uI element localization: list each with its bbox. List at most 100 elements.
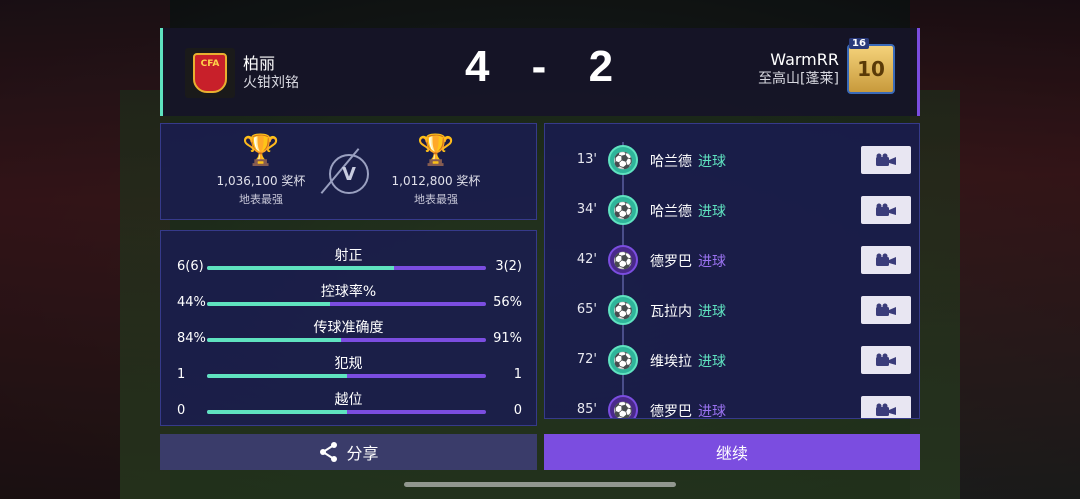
share-button[interactable]: 分享 (160, 434, 537, 470)
stat-home-value: 0 (177, 403, 186, 418)
away-trophy-count: 1,012,800 奖杯 (391, 174, 481, 188)
football-icon: ⚽ (608, 145, 638, 175)
continue-button[interactable]: 继续 (544, 434, 920, 470)
replay-button[interactable] (861, 196, 911, 224)
event-action: 进球 (698, 154, 726, 170)
home-trophies: 🏆 1,036,100 奖杯 地表最强 (186, 134, 336, 207)
replay-button[interactable] (861, 396, 911, 418)
trophy-icon: 🏆 (242, 133, 280, 168)
away-trophies: 🏆 1,012,800 奖杯 地表最强 (361, 134, 511, 207)
away-trophy-label: 地表最强 (414, 193, 458, 206)
event-row: 85' ⚽ 德罗巴 进球 (545, 392, 919, 419)
replay-button[interactable] (861, 146, 911, 174)
event-action: 进球 (698, 254, 726, 270)
home-indicator[interactable] (404, 482, 676, 487)
score-separator: - (531, 42, 549, 91)
event-player-name: 瓦拉内 (650, 304, 692, 320)
stat-away-value: 3(2) (495, 259, 522, 274)
football-icon: ⚽ (608, 195, 638, 225)
home-trophy-count: 1,036,100 奖杯 (216, 174, 306, 188)
football-icon: ⚽ (608, 345, 638, 375)
away-score: 2 (588, 42, 616, 91)
vs-text: V (342, 163, 356, 185)
stat-label: 犯规 (334, 356, 363, 372)
stat-home-value: 44% (177, 295, 206, 310)
rank-level: 16 (849, 38, 869, 49)
stat-away-value: 0 (513, 403, 522, 418)
event-player-name: 维埃拉 (650, 354, 692, 370)
football-icon: ⚽ (608, 245, 638, 275)
video-camera-icon (876, 203, 896, 216)
stat-bar (207, 374, 486, 378)
stat-row: 犯规 1 1 (161, 353, 536, 389)
video-camera-icon (876, 303, 896, 316)
stat-bar-home-fill (207, 374, 347, 378)
event-action: 进球 (698, 204, 726, 220)
event-minute: 65' (576, 302, 597, 317)
stat-row: 越位 0 0 (161, 389, 536, 425)
match-stats-panel: 射正 6(6) 3(2) 控球率% 44% 56% 传球准确度 84% 91% … (160, 230, 537, 426)
stat-away-value: 1 (513, 367, 522, 382)
home-score: 4 (464, 42, 492, 91)
event-description: 瓦拉内 进球 (650, 301, 726, 321)
match-events-panel[interactable]: 13' ⚽ 哈兰德 进球 34' ⚽ 哈兰德 进球 42' ⚽ 德罗巴 进球 65' … (544, 123, 920, 419)
event-minute: 42' (576, 252, 597, 267)
stat-label: 射正 (334, 248, 363, 264)
trophy-icon: 🏆 (417, 133, 455, 168)
replay-button[interactable] (861, 246, 911, 274)
away-team-name: WarmRR (770, 50, 839, 69)
stat-label: 越位 (334, 392, 363, 408)
event-description: 哈兰德 进球 (650, 201, 726, 221)
stat-home-value: 1 (177, 367, 186, 382)
stat-away-value: 56% (493, 295, 522, 310)
football-icon: ⚽ (608, 395, 638, 418)
away-team-subtitle: 至高山[蓬莱] (758, 71, 839, 87)
stat-label: 传球准确度 (313, 320, 384, 336)
stat-row: 传球准确度 84% 91% (161, 317, 536, 353)
stat-away-value: 91% (493, 331, 522, 346)
video-camera-icon (876, 353, 896, 366)
event-row: 65' ⚽ 瓦拉内 进球 (545, 292, 919, 328)
event-action: 进球 (698, 354, 726, 370)
stat-home-value: 84% (177, 331, 206, 346)
video-camera-icon (876, 403, 896, 416)
stat-row: 射正 6(6) 3(2) (161, 245, 536, 281)
share-icon (320, 442, 338, 462)
continue-label: 继续 (715, 444, 748, 463)
stat-bar (207, 266, 486, 270)
stat-bar-home-fill (207, 302, 330, 306)
rank-value: 10 (857, 57, 885, 81)
event-player-name: 德罗巴 (650, 404, 692, 419)
trophy-panel: 🏆 1,036,100 奖杯 地表最强 V 🏆 1,012,800 奖杯 地表最… (160, 123, 537, 220)
video-camera-icon (876, 153, 896, 166)
event-player-name: 哈兰德 (650, 204, 692, 220)
event-minute: 13' (576, 152, 597, 167)
event-row: 13' ⚽ 哈兰德 进球 (545, 142, 919, 178)
stat-bar-home-fill (207, 266, 394, 270)
stat-bar (207, 410, 486, 414)
replay-button[interactable] (861, 296, 911, 324)
stat-row: 控球率% 44% 56% (161, 281, 536, 317)
event-row: 34' ⚽ 哈兰德 进球 (545, 192, 919, 228)
event-row: 42' ⚽ 德罗巴 进球 (545, 242, 919, 278)
stat-bar (207, 302, 486, 306)
event-description: 哈兰德 进球 (650, 151, 726, 171)
event-action: 进球 (698, 304, 726, 320)
event-row: 72' ⚽ 维埃拉 进球 (545, 342, 919, 378)
event-description: 德罗巴 进球 (650, 401, 726, 419)
event-minute: 85' (576, 402, 597, 417)
event-description: 德罗巴 进球 (650, 251, 726, 271)
event-player-name: 哈兰德 (650, 154, 692, 170)
replay-button[interactable] (861, 346, 911, 374)
football-icon: ⚽ (608, 295, 638, 325)
event-action: 进球 (698, 404, 726, 419)
stat-home-value: 6(6) (177, 259, 204, 274)
home-trophy-label: 地表最强 (239, 193, 283, 206)
score-header: CFA 柏丽 火钳刘铭 4 - 2 WarmRR 至高山[蓬莱] 16 10 (160, 28, 920, 116)
rank-badge-icon: 16 10 (847, 38, 895, 94)
stat-bar-home-fill (207, 338, 341, 342)
stat-label: 控球率% (320, 284, 377, 300)
stat-bar-home-fill (207, 410, 347, 414)
video-camera-icon (876, 253, 896, 266)
away-team: WarmRR 至高山[蓬莱] 16 10 (758, 38, 895, 94)
